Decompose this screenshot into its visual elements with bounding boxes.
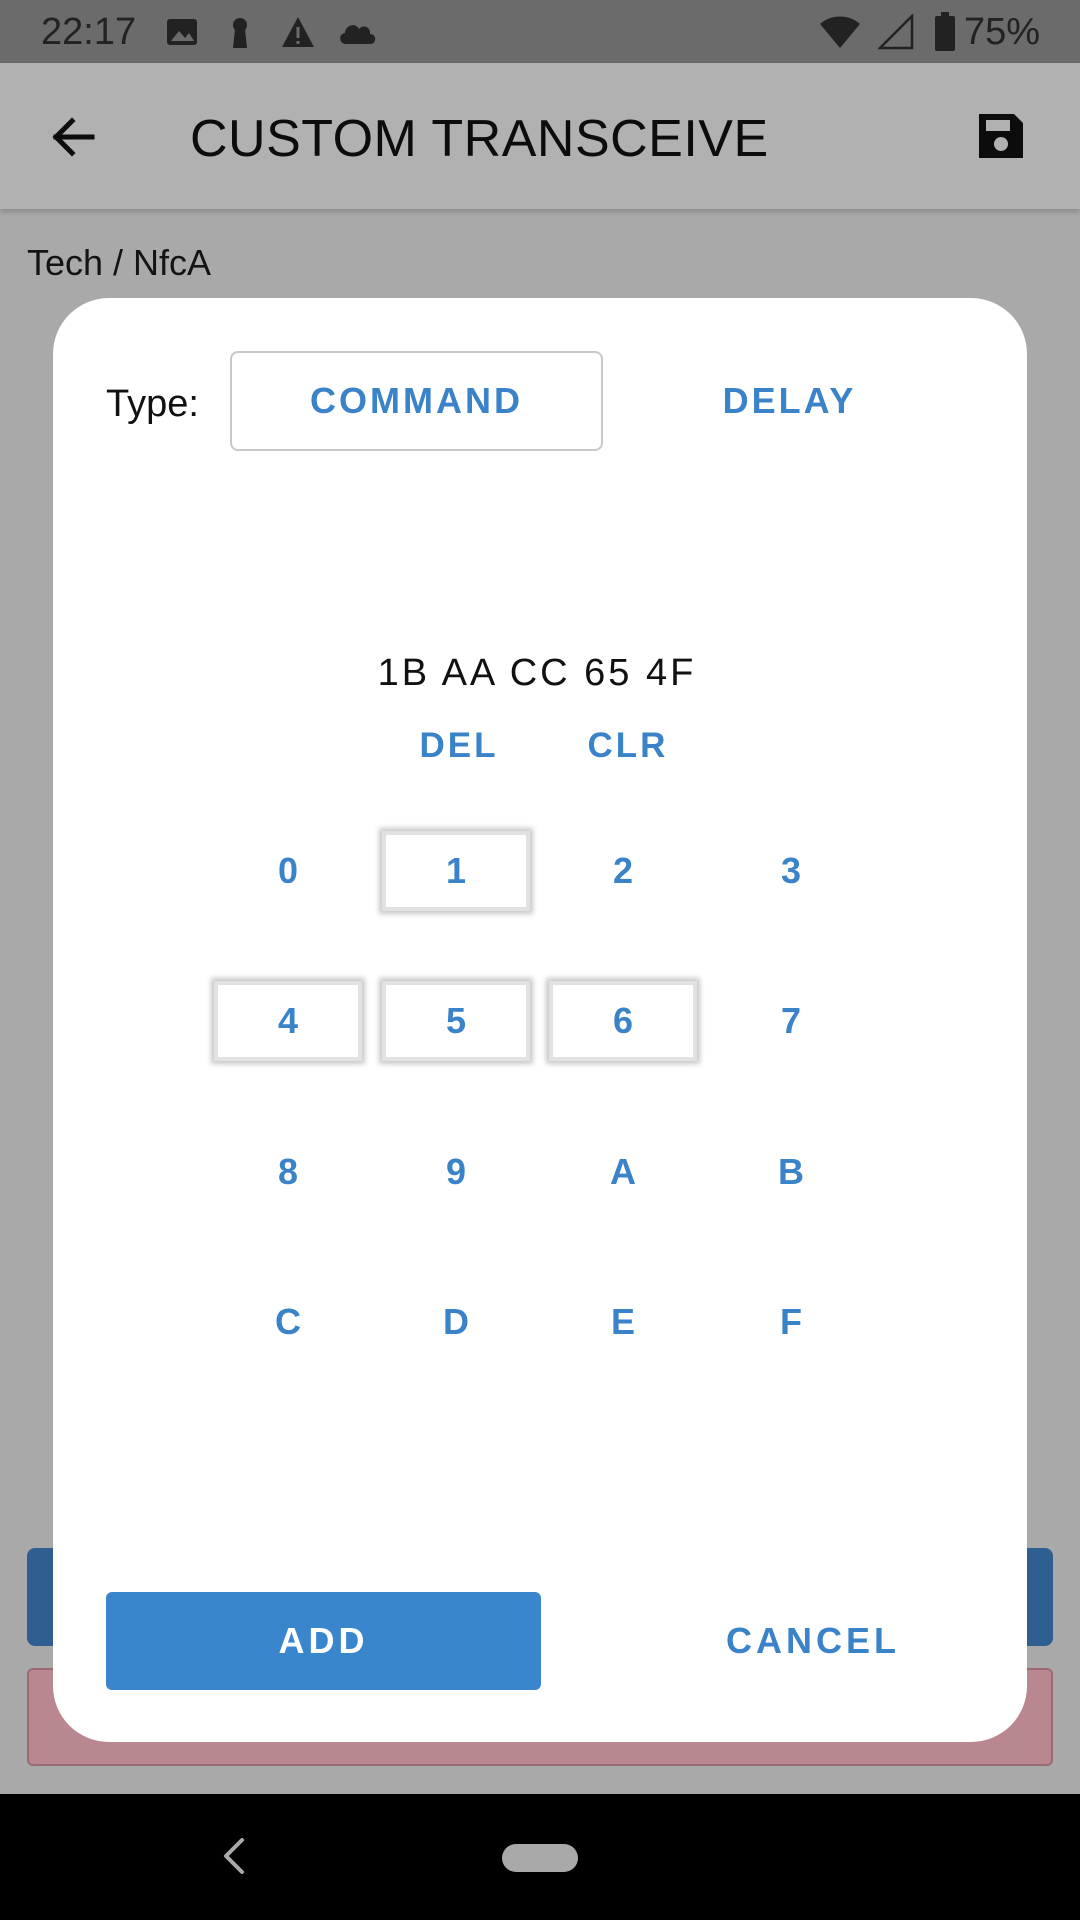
battery-icon <box>934 12 956 52</box>
key-3[interactable]: 3 <box>717 831 865 911</box>
wifi-icon <box>818 14 862 50</box>
key-1[interactable]: 1 <box>382 831 530 911</box>
status-bar: 22:17 75% <box>0 0 1080 63</box>
key-f[interactable]: F <box>717 1282 865 1362</box>
delete-button[interactable]: DEL <box>409 716 509 776</box>
system-navigation-bar <box>0 1794 1080 1920</box>
cancel-button[interactable]: CANCEL <box>633 1592 993 1690</box>
nav-back-icon[interactable] <box>216 1834 252 1878</box>
page-title: CUSTOM TRANSCEIVE <box>190 110 769 168</box>
cellular-signal-icon <box>876 12 914 50</box>
image-icon <box>164 14 200 50</box>
cloud-icon <box>336 14 378 50</box>
key-5[interactable]: 5 <box>382 981 530 1061</box>
breadcrumb: Tech / NfcA <box>27 242 212 283</box>
add-command-dialog: Type: COMMAND DELAY 1B AA CC 65 4F DEL C… <box>53 298 1027 1742</box>
type-option-command[interactable]: COMMAND <box>230 351 603 451</box>
key-6[interactable]: 6 <box>549 981 697 1061</box>
clear-button[interactable]: CLR <box>578 716 678 776</box>
key-8[interactable]: 8 <box>214 1132 362 1212</box>
key-0[interactable]: 0 <box>214 831 362 911</box>
save-icon[interactable] <box>976 111 1026 161</box>
key-4[interactable]: 4 <box>214 981 362 1061</box>
type-option-delay[interactable]: DELAY <box>603 351 976 451</box>
warning-icon <box>280 14 316 50</box>
hex-value-display: 1B AA CC 65 4F <box>377 652 697 694</box>
battery-percent: 75% <box>963 11 1040 53</box>
key-b[interactable]: B <box>717 1132 865 1212</box>
add-button[interactable]: ADD <box>106 1592 541 1690</box>
keyhole-icon <box>222 14 258 50</box>
key-7[interactable]: 7 <box>717 981 865 1061</box>
key-a[interactable]: A <box>549 1132 697 1212</box>
type-label: Type: <box>106 383 199 425</box>
key-c[interactable]: C <box>214 1282 362 1362</box>
key-d[interactable]: D <box>382 1282 530 1362</box>
key-e[interactable]: E <box>549 1282 697 1362</box>
key-9[interactable]: 9 <box>382 1132 530 1212</box>
app-bar: CUSTOM TRANSCEIVE <box>0 63 1080 209</box>
key-2[interactable]: 2 <box>549 831 697 911</box>
status-time: 22:17 <box>41 11 137 53</box>
back-arrow-icon[interactable] <box>48 113 96 161</box>
nav-home-pill[interactable] <box>502 1844 578 1872</box>
